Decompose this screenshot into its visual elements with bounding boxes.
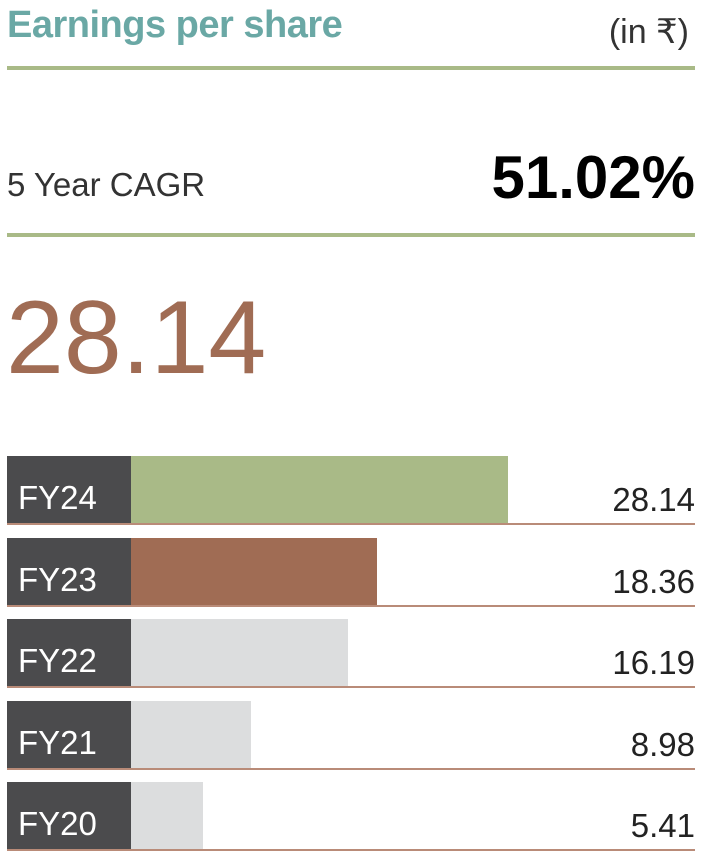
row-baseline	[7, 768, 695, 770]
bar-row-fy23: FY23 18.36	[7, 538, 695, 607]
row-baseline	[7, 849, 695, 851]
row-baseline	[7, 605, 695, 607]
category-label: FY20	[18, 805, 97, 842]
value-label: 8.98	[630, 726, 695, 763]
bar-row-fy20: FY20 5.41	[7, 782, 695, 851]
row-baseline	[7, 686, 695, 688]
row-baseline	[7, 523, 695, 525]
category-label: FY23	[18, 561, 97, 598]
category-label-box: FY24	[7, 456, 131, 523]
bar-fy24	[131, 456, 508, 523]
value-label: 5.41	[630, 807, 695, 844]
category-label-box: FY21	[7, 701, 131, 768]
bar-fy20	[131, 782, 203, 849]
bar-fy23	[131, 538, 377, 605]
bar-row-fy22: FY22 16.19	[7, 619, 695, 688]
category-label-box: FY23	[7, 538, 131, 605]
category-label: FY22	[18, 642, 97, 679]
value-label: 16.19	[612, 644, 695, 681]
bar-fy22	[131, 619, 348, 686]
category-label-box: FY22	[7, 619, 131, 686]
bar-chart: FY24 28.14 FY23 18.36 FY22 16.19 FY21 8.98 FY20 5…	[0, 0, 713, 858]
category-label: FY21	[18, 724, 97, 761]
bar-row-fy21: FY21 8.98	[7, 701, 695, 770]
bar-fy21	[131, 701, 251, 768]
value-label: 18.36	[612, 563, 695, 600]
value-label: 28.14	[612, 481, 695, 518]
category-label-box: FY20	[7, 782, 131, 849]
bar-row-fy24: FY24 28.14	[7, 456, 695, 525]
category-label: FY24	[18, 479, 97, 516]
